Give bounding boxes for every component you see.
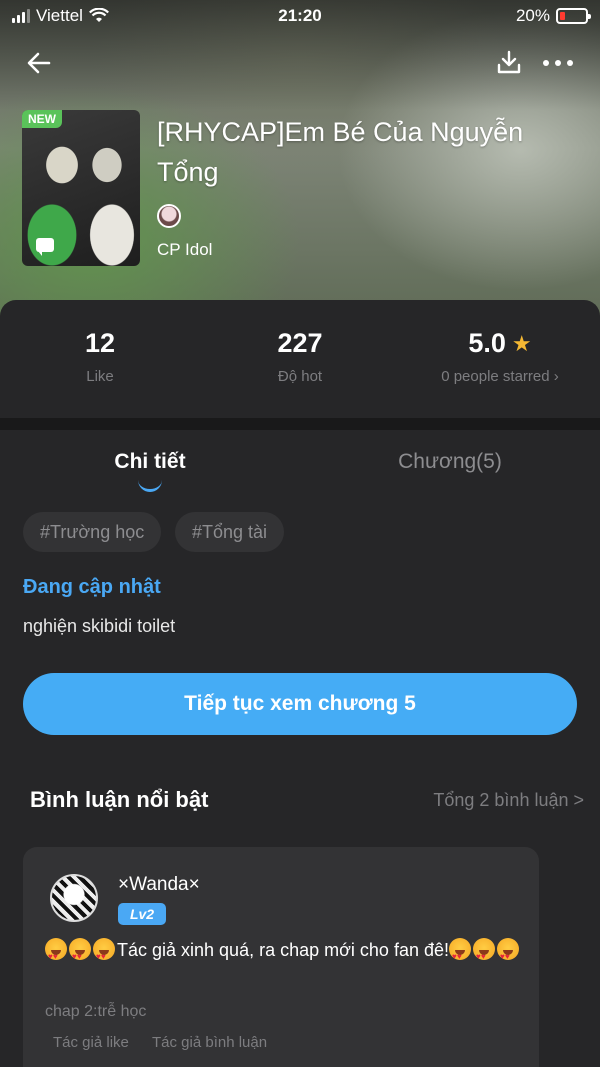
download-button[interactable] (492, 46, 526, 80)
detail-panel: Chi tiết Chương(5) #Trường học #Tổng tài… (0, 430, 600, 1067)
tag-ceo[interactable]: #Tổng tài (175, 512, 285, 552)
likes-stat: 12 Like (0, 328, 200, 385)
new-badge: NEW (22, 110, 62, 128)
heart-eyes-emoji-icon (473, 938, 495, 973)
commenter-name[interactable]: ×Wanda× (118, 874, 200, 896)
likes-count: 12 (84, 328, 116, 358)
star-icon: ★ (511, 330, 532, 356)
top-navigation (0, 40, 600, 84)
rating-label: 0 people starred › (441, 368, 559, 385)
hot-label: Độ hot (277, 368, 323, 385)
author-avatar[interactable] (157, 204, 181, 228)
rating-stat[interactable]: 5.0 ★ 0 people starred › (400, 328, 600, 385)
heart-eyes-emoji-icon (45, 938, 67, 973)
tab-details[interactable]: Chi tiết (0, 450, 300, 474)
chat-icon (36, 238, 54, 256)
tab-indicator (138, 480, 162, 492)
rating-value-row: 5.0 ★ (468, 328, 531, 359)
heart-eyes-emoji-icon (497, 938, 519, 973)
heart-eyes-emoji-icon (449, 938, 471, 973)
comment-text: Tác giả xinh quá, ra chap mới cho fan đê… (45, 934, 523, 973)
tag-school[interactable]: #Trường học (23, 512, 162, 552)
battery-fill (560, 12, 565, 20)
hot-stat: 227 Độ hot (200, 328, 400, 385)
status-right: 20% (515, 6, 591, 26)
story-description: nghiện skibidi toilet (23, 616, 176, 636)
comment-chapter: chap 2:trễ học (45, 1003, 147, 1020)
more-button[interactable] (538, 46, 578, 80)
battery-icon (556, 8, 591, 24)
story-title: [RHYCAP]Em Bé Của Nguyễn Tổng (157, 117, 524, 187)
more-dots-icon (543, 60, 573, 66)
commenter-avatar[interactable] (50, 874, 98, 922)
level-badge: Lv2 (118, 903, 166, 925)
heart-eyes-emoji-icon (69, 938, 91, 973)
story-category[interactable]: CP Idol (157, 240, 212, 260)
back-arrow-icon (27, 52, 51, 74)
stats-card: 12 Like 227 Độ hot 5.0 ★ 0 people starre… (0, 300, 600, 418)
rating-value: 5.0 (468, 328, 506, 358)
comments-section-title: Bình luận nổi bật (30, 787, 209, 812)
heart-eyes-emoji-icon (93, 938, 115, 973)
comment-card[interactable]: ×Wanda× Lv2 Tác giả xinh quá, ra chap mớ… (23, 847, 539, 1067)
story-cover[interactable]: NEW (22, 110, 140, 266)
continue-reading-button[interactable]: Tiếp tục xem chương 5 (23, 673, 577, 735)
hot-count: 227 (277, 328, 323, 358)
download-icon (497, 50, 521, 74)
author-liked-label: Tác giả like (53, 1034, 129, 1051)
author-replied-label: Tác giả bình luận (152, 1034, 268, 1051)
battery-percent: 20% (515, 6, 550, 25)
back-button[interactable] (22, 46, 56, 80)
all-comments-link[interactable]: Tổng 2 bình luận > (433, 790, 584, 811)
likes-label: Like (86, 368, 114, 385)
comment-body: Tác giả xinh quá, ra chap mới cho fan đê… (117, 940, 449, 960)
section-divider (0, 418, 600, 430)
status-bar: Viettel 21:20 20% (0, 0, 600, 32)
status-time: 21:20 (278, 6, 322, 25)
tab-chapters[interactable]: Chương(5) (300, 450, 600, 474)
update-status: Đang cập nhật (23, 576, 161, 598)
